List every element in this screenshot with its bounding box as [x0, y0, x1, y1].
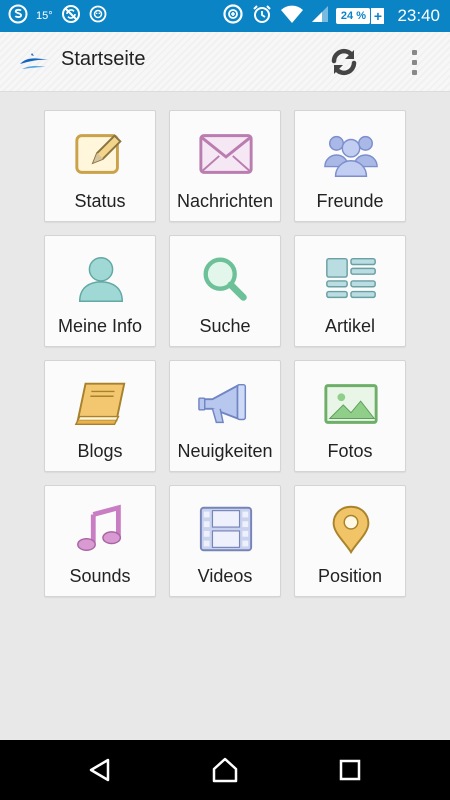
tile-label: Videos: [197, 566, 253, 586]
tile-messages[interactable]: Nachrichten: [169, 110, 281, 222]
charging-plus: +: [371, 8, 385, 24]
app-s-icon: [8, 4, 28, 28]
refresh-icon[interactable]: [326, 44, 362, 80]
envelope-icon: [196, 129, 256, 179]
tile-label: Status: [74, 191, 126, 211]
articles-icon: [321, 254, 381, 304]
tile-photos[interactable]: Fotos: [294, 360, 406, 472]
music-note-icon: [71, 504, 131, 554]
status-bar: 15° 24 % + 23:40: [0, 0, 450, 32]
temperature-text: 15°: [36, 10, 53, 22]
tile-status[interactable]: Status: [44, 110, 156, 222]
tile-sounds[interactable]: Sounds: [44, 485, 156, 597]
book-icon: [71, 379, 131, 429]
tile-news[interactable]: Neuigkeiten: [169, 360, 281, 472]
clock-time: 23:40: [397, 6, 440, 25]
tile-label: Position: [317, 566, 383, 586]
user-icon: [71, 254, 131, 304]
tile-videos[interactable]: Videos: [169, 485, 281, 597]
tile-label: Nachrichten: [176, 191, 274, 211]
tile-friends[interactable]: Freunde: [294, 110, 406, 222]
sync-off-icon: [61, 4, 81, 28]
tile-articles[interactable]: Artikel: [294, 235, 406, 347]
app-logo-icon: [18, 50, 50, 76]
signal-icon: [311, 5, 329, 27]
tile-label: Suche: [199, 316, 251, 336]
search-icon: [196, 254, 256, 304]
battery-percent: 24 %: [336, 8, 371, 24]
tile-position[interactable]: Position: [294, 485, 406, 597]
page-title: Startseite: [61, 48, 146, 70]
tile-label: Freunde: [316, 191, 384, 211]
battery-icon: 24 % +: [336, 8, 385, 24]
tile-label: Fotos: [327, 441, 373, 461]
smiley-icon: [89, 5, 107, 27]
alarm-icon: [251, 3, 273, 29]
location-pin-icon: [321, 504, 381, 554]
system-nav-bar: [0, 740, 450, 800]
home-tile-grid: Status Nachrichten Freunde Meine Info Su…: [44, 110, 406, 597]
home-icon[interactable]: [210, 755, 240, 785]
tile-label: Artikel: [324, 316, 375, 336]
tile-label: Neuigkeiten: [177, 441, 273, 461]
tile-my-info[interactable]: Meine Info: [44, 235, 156, 347]
tile-label: Blogs: [77, 441, 123, 461]
wifi-icon: [280, 4, 304, 28]
action-bar: Startseite: [0, 32, 450, 92]
back-icon[interactable]: [85, 755, 115, 785]
overflow-menu-icon[interactable]: [402, 44, 426, 80]
tile-label: Meine Info: [57, 316, 143, 336]
photo-icon: [321, 379, 381, 429]
tile-label: Sounds: [69, 566, 131, 586]
data-saver-icon: [222, 3, 244, 29]
home-grid-area: Status Nachrichten Freunde Meine Info Su…: [0, 92, 450, 740]
status-edit-icon: [71, 129, 131, 179]
recents-icon[interactable]: [335, 755, 365, 785]
megaphone-icon: [196, 379, 256, 429]
friends-icon: [321, 129, 381, 179]
tile-blogs[interactable]: Blogs: [44, 360, 156, 472]
film-icon: [196, 504, 256, 554]
tile-search[interactable]: Suche: [169, 235, 281, 347]
